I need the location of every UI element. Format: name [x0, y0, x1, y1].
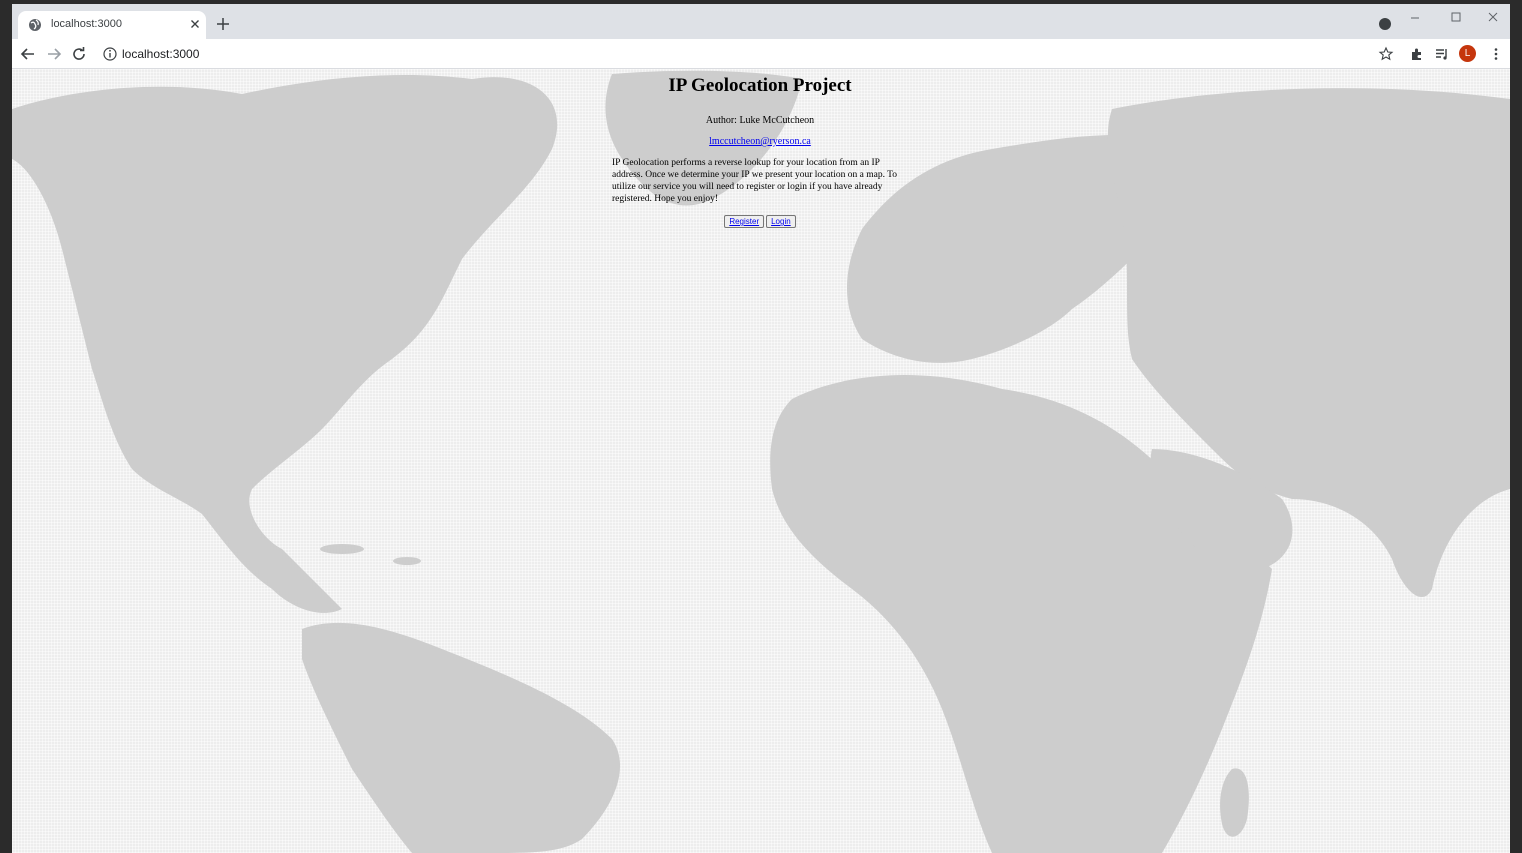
profile-avatar[interactable]: L [1459, 45, 1476, 62]
info-icon[interactable] [102, 46, 118, 62]
browser-toolbar: localhost:3000 L [12, 39, 1510, 69]
maximize-icon[interactable] [1449, 10, 1463, 24]
browser-window: localhost:3000 localhost:3000 L IP Geolo… [12, 4, 1510, 853]
author-text: Author: Luke McCutcheon [705, 115, 815, 126]
address-bar[interactable]: localhost:3000 [122, 47, 199, 61]
main-content: IP Geolocation Project Author: Luke McCu… [612, 75, 908, 228]
africa-landmass [770, 375, 1272, 853]
tab-strip: localhost:3000 [12, 4, 1510, 39]
page-title: IP Geolocation Project [668, 75, 852, 96]
email-link[interactable]: lmccutcheon@ryerson.ca [709, 136, 811, 147]
auth-buttons: Register Login [612, 215, 908, 228]
window-close-icon[interactable] [1486, 10, 1500, 24]
kebab-menu-icon[interactable] [1488, 46, 1504, 62]
close-tab-icon[interactable] [188, 17, 202, 31]
forward-arrow-icon[interactable] [46, 46, 62, 62]
extensions-puzzle-icon[interactable] [1409, 46, 1425, 62]
back-arrow-icon[interactable] [20, 46, 36, 62]
globe-icon [29, 19, 41, 31]
login-button[interactable]: Login [766, 215, 796, 228]
window-edge [1510, 4, 1522, 853]
bookmark-star-icon[interactable] [1378, 46, 1394, 62]
page-viewport: IP Geolocation Project Author: Luke McCu… [12, 69, 1510, 853]
new-tab-icon[interactable] [216, 17, 230, 31]
media-queue-icon[interactable] [1434, 46, 1450, 62]
tab-title: localhost:3000 [51, 18, 122, 30]
description-text: IP Geolocation performs a reverse lookup… [612, 158, 898, 204]
tab-search-icon[interactable] [1379, 18, 1391, 30]
madagascar-landmass [1220, 768, 1249, 837]
register-button[interactable]: Register [724, 215, 765, 228]
reload-icon[interactable] [71, 46, 87, 62]
browser-tab[interactable]: localhost:3000 [18, 11, 206, 39]
south-america-landmass [302, 622, 621, 853]
north-america-landmass [12, 74, 558, 613]
minimize-icon[interactable] [1408, 10, 1422, 24]
